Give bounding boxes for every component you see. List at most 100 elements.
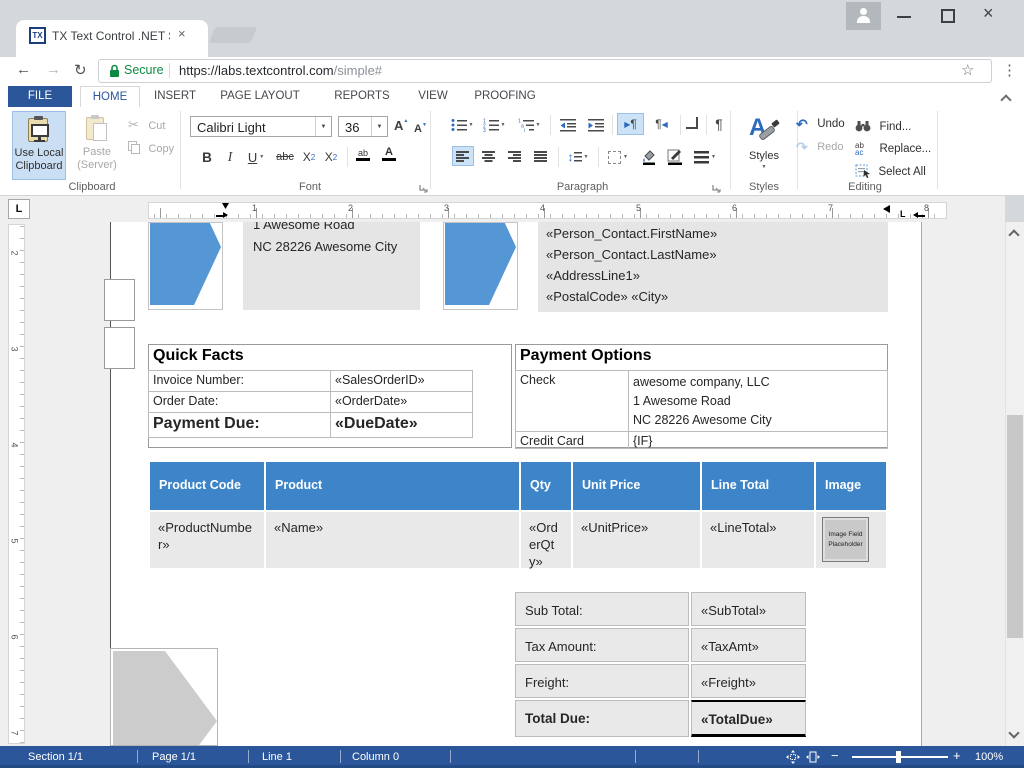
font-family-combo[interactable]: Calibri Light ▼ [190, 116, 332, 137]
totals-value[interactable]: «SubTotal» [691, 592, 806, 626]
font-color-button[interactable]: A [379, 146, 399, 161]
align-right-button[interactable] [504, 146, 526, 166]
increase-indent-button[interactable] [584, 114, 608, 136]
totals-value[interactable]: «TotalDue» [691, 700, 806, 737]
bullet-list-button[interactable]: ▼ [448, 114, 476, 136]
replace-button[interactable]: ab ac Replace... [855, 139, 931, 157]
underline-button[interactable]: U▼ [243, 146, 269, 168]
sender-address-block[interactable]: 1 Awesome Road NC 28226 Awesome City [243, 222, 420, 310]
status-column[interactable]: Column 0 [352, 751, 399, 763]
product-table-header[interactable]: Unit Price [573, 462, 700, 510]
zoom-out-icon[interactable]: − [831, 748, 839, 763]
tab-home[interactable]: HOME [80, 86, 140, 107]
status-line[interactable]: Line 1 [262, 751, 292, 763]
borders-button[interactable]: ▼ [604, 146, 632, 168]
product-row-image-cell[interactable]: Image Field Placeholder [816, 512, 886, 568]
close-window-button[interactable]: × [983, 3, 994, 24]
back-icon[interactable]: ← [16, 61, 31, 78]
product-row-cell[interactable]: «Name» [266, 512, 519, 568]
tab-insert[interactable]: INSERT [148, 86, 202, 107]
tab-proofing[interactable]: PROOFING [468, 86, 542, 107]
totals-value[interactable]: «TaxAmt» [691, 628, 806, 662]
bookmark-star-icon[interactable]: ☆ [961, 61, 974, 79]
quick-facts-value[interactable]: «DueDate» [330, 412, 473, 438]
right-margin-marker[interactable] [913, 212, 925, 219]
shading-button[interactable] [638, 146, 660, 168]
subscript-button[interactable]: X2 [299, 146, 319, 168]
tab-close-icon[interactable]: × [178, 26, 186, 41]
status-page[interactable]: Page 1/1 [152, 751, 196, 763]
strikethrough-button[interactable]: abc [273, 146, 297, 168]
reload-icon[interactable]: ↻ [74, 61, 87, 79]
font-dialog-launcher-icon[interactable] [419, 184, 428, 193]
product-table-header[interactable]: Product [266, 462, 519, 510]
tab-reports[interactable]: REPORTS [328, 86, 396, 107]
bold-button[interactable]: B [197, 146, 217, 168]
numbered-list-button[interactable]: 123 ▼ [480, 114, 508, 136]
recipient-address-block[interactable]: «Person_Contact.FirstName» «Person_Conta… [538, 222, 888, 312]
product-row-cell[interactable]: «OrderQty» [521, 512, 571, 568]
maximize-button[interactable] [941, 9, 955, 23]
quick-facts-value[interactable]: «SalesOrderID» [330, 370, 473, 392]
superscript-button[interactable]: X2 [321, 146, 341, 168]
forward-icon[interactable]: → [46, 61, 61, 78]
italic-button[interactable]: I [221, 146, 239, 168]
fit-page-icon[interactable] [806, 750, 820, 764]
left-indent-marker[interactable] [216, 212, 228, 219]
vertical-ruler[interactable]: 2 3 4 5 6 7 [8, 224, 25, 744]
totals-value[interactable]: «Freight» [691, 664, 806, 698]
status-section[interactable]: Section 1/1 [28, 751, 83, 763]
select-all-label: Select All [878, 166, 925, 178]
redo-label: Redo [817, 141, 843, 153]
profile-button[interactable] [846, 2, 881, 30]
tab-file[interactable]: FILE [8, 86, 72, 107]
shrink-font-button[interactable]: A▼ [414, 119, 432, 137]
tab-page-layout[interactable]: PAGE LAYOUT [212, 86, 308, 107]
format-painter-pen-button[interactable] [664, 146, 686, 168]
product-row-cell[interactable]: «ProductNumber» [150, 512, 264, 568]
zoom-in-icon[interactable]: + [953, 748, 961, 763]
quick-facts-frame[interactable]: Quick Facts Invoice Number: «SalesOrderI… [148, 344, 512, 448]
styles-button[interactable]: A Styles ▼ [737, 111, 791, 180]
payment-credit-value[interactable]: {IF} [628, 431, 888, 449]
font-family-dropdown-icon[interactable]: ▼ [315, 117, 331, 136]
pan-mode-icon[interactable] [786, 750, 800, 764]
use-local-clipboard-button[interactable]: Use Local Clipboard [12, 111, 66, 180]
grow-font-button[interactable]: A▲ [394, 117, 412, 135]
undo-button[interactable]: ↶ Undo [796, 116, 845, 134]
corner-mark-icon[interactable] [686, 117, 698, 129]
product-row-cell[interactable]: «LineTotal» [702, 512, 814, 568]
product-table-header[interactable]: Product Code [150, 462, 264, 510]
paragraph-dialog-launcher-icon[interactable] [712, 184, 721, 193]
product-row-cell[interactable]: «UnitPrice» [573, 512, 700, 568]
product-table-header[interactable]: Image [816, 462, 886, 510]
select-all-button[interactable]: Select All [855, 162, 926, 180]
font-size-dropdown-icon[interactable]: ▼ [371, 117, 387, 136]
scrollbar-thumb[interactable] [1007, 415, 1023, 638]
line-style-menu-button[interactable]: ▼ [690, 146, 720, 168]
align-center-button[interactable] [478, 146, 500, 166]
highlight-button[interactable]: ab [353, 148, 373, 161]
find-button[interactable]: Find... [855, 117, 911, 135]
tab-selector-button[interactable]: L [8, 199, 30, 219]
tab-view[interactable]: VIEW [412, 86, 454, 107]
right-to-left-button[interactable]: ¶◀ [648, 113, 675, 135]
line-spacing-button[interactable]: ↕ ▼ [564, 146, 592, 168]
zoom-slider-thumb[interactable] [896, 751, 901, 763]
tab-stop-marker[interactable]: L [900, 209, 906, 219]
justify-button[interactable] [530, 146, 552, 166]
minimize-button[interactable] [897, 16, 911, 18]
document-canvas[interactable]: 2 3 4 5 6 7 1 Awesome Road NC 28226 Awes… [0, 222, 1005, 746]
browser-menu-icon[interactable]: ⋮ [1002, 61, 1017, 79]
font-size-combo[interactable]: 36 ▼ [338, 116, 388, 137]
product-table-header[interactable]: Qty [521, 462, 571, 510]
left-to-right-button[interactable]: ▶¶ [617, 113, 644, 135]
quick-facts-value[interactable]: «OrderDate» [330, 391, 473, 413]
multilevel-list-button[interactable]: 1ai ▼ [514, 114, 544, 136]
decrease-indent-button[interactable] [556, 114, 580, 136]
new-tab-button[interactable] [209, 27, 257, 43]
align-left-button[interactable] [452, 146, 474, 166]
show-paragraph-marks-button[interactable]: ¶ [710, 113, 728, 135]
product-table-header[interactable]: Line Total [702, 462, 814, 510]
payment-options-frame[interactable]: Payment Options Check awesome company, L… [515, 344, 888, 448]
